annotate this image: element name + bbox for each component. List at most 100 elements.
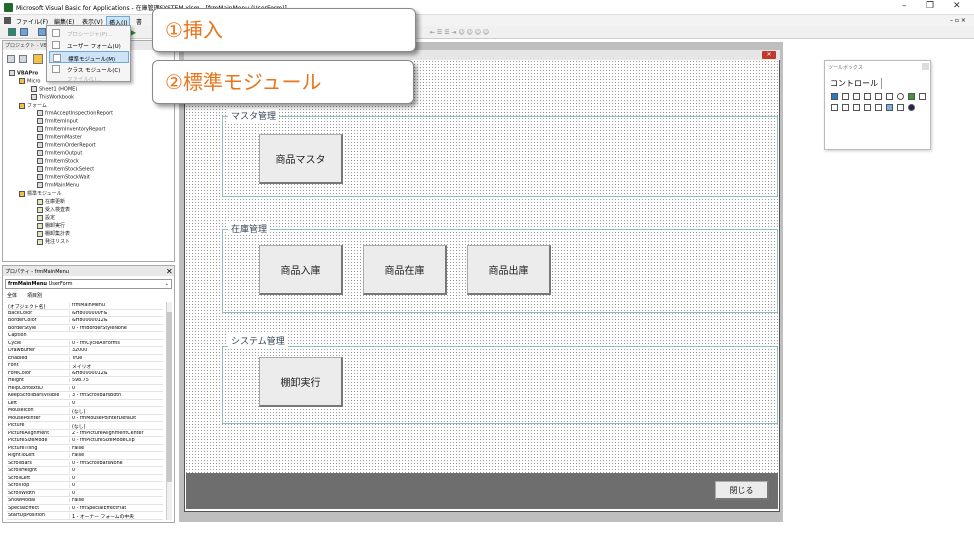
tree-form-item[interactable]: frmMainMenu bbox=[37, 182, 79, 189]
property-value[interactable]: 0 - fmSpecialEffectFlat bbox=[69, 505, 163, 511]
menu-item-standard-module[interactable]: 標準モジュール(M) bbox=[49, 51, 129, 63]
globe-icon[interactable] bbox=[908, 104, 915, 111]
image-icon[interactable] bbox=[886, 104, 893, 111]
property-value[interactable]: 0 - fmPictureSizeModeClip bbox=[69, 438, 163, 443]
stock-list-button[interactable]: 商品在庫 bbox=[363, 245, 447, 295]
toolbox-tab-controls[interactable]: コントロール bbox=[830, 78, 882, 89]
toolbar-edit-icons[interactable]: ⇤ ☰ ☰ ⇥ ☺ ☺ ☺ ☺ bbox=[430, 29, 489, 36]
property-row[interactable]: KeepScrollBarsVisible 3 - fmScrollBarsBot… bbox=[7, 392, 163, 400]
stock-out-button[interactable]: 商品出庫 bbox=[467, 245, 551, 295]
property-row[interactable]: ScrollWidth 0 bbox=[7, 490, 163, 497]
tree-form-item[interactable]: frmItemMaster bbox=[37, 134, 82, 141]
property-row[interactable]: ScrollLeft 0 bbox=[7, 475, 163, 482]
label-icon[interactable] bbox=[842, 93, 849, 100]
property-value[interactable]: False bbox=[69, 445, 163, 451]
property-value[interactable]: 32000 bbox=[69, 348, 163, 353]
property-value[interactable]: &H80000012& bbox=[69, 370, 163, 376]
tree-form-item[interactable]: frmItemInventoryReport bbox=[37, 126, 105, 133]
property-row[interactable]: ScrollTop 0 bbox=[7, 482, 163, 490]
restore-icon[interactable]: ❐ bbox=[926, 1, 934, 11]
textbox-icon[interactable] bbox=[853, 93, 860, 100]
tree-form-item[interactable]: frmAcceptInspectionReport bbox=[37, 110, 113, 117]
select-pointer-icon[interactable] bbox=[831, 93, 838, 100]
property-value[interactable]: 598.75 bbox=[69, 378, 163, 383]
tree-forms-folder[interactable]: フォーム bbox=[19, 102, 47, 109]
property-row[interactable]: BorderColor &H80000012& bbox=[7, 317, 163, 325]
property-value[interactable]: 0 - fmCycleAllForms bbox=[69, 340, 163, 346]
object-selector[interactable]: frmMainMenu UserForm ⌄ bbox=[5, 279, 172, 289]
view-code-icon[interactable] bbox=[7, 55, 15, 63]
property-value[interactable]: True bbox=[69, 355, 163, 361]
property-row[interactable]: Font メイリオ bbox=[7, 362, 163, 370]
commandbutton-icon[interactable] bbox=[831, 104, 838, 111]
multipage-icon[interactable] bbox=[853, 104, 860, 111]
tree-module-item[interactable]: 発注リスト bbox=[37, 238, 70, 245]
property-row[interactable]: PictureTiling False bbox=[7, 445, 163, 452]
frame-icon[interactable] bbox=[919, 93, 926, 100]
tree-module-item[interactable]: 棚卸実行 bbox=[37, 222, 65, 229]
refedit-icon[interactable] bbox=[897, 104, 904, 111]
close-button[interactable]: 閉じる bbox=[715, 481, 769, 500]
property-row[interactable]: (オブジェクト名) frmMainMenu bbox=[7, 302, 163, 310]
properties-scrollbar[interactable] bbox=[166, 302, 172, 520]
property-row[interactable]: Caption bbox=[7, 332, 163, 340]
property-value[interactable]: 0 - fmBorderStyleNone bbox=[69, 325, 163, 331]
optionbutton-icon[interactable] bbox=[897, 93, 904, 100]
tree-form-item[interactable]: frmItemOutput bbox=[37, 150, 82, 157]
scrollbar-thumb[interactable] bbox=[167, 312, 172, 482]
toggle-folders-icon[interactable] bbox=[33, 54, 43, 64]
property-value[interactable]: 0 bbox=[69, 468, 163, 473]
close-icon[interactable]: ✕ bbox=[166, 267, 173, 276]
property-row[interactable]: MousePointer 0 - fmMousePointerDefault bbox=[7, 415, 163, 422]
insert-userform-icon[interactable] bbox=[20, 28, 28, 36]
inventory-run-button[interactable]: 棚卸実行 bbox=[259, 357, 343, 407]
close-icon[interactable]: ✕ bbox=[953, 1, 961, 11]
tree-root[interactable]: VBAPro bbox=[9, 70, 38, 77]
tree-module-item[interactable]: 棚卸集計表 bbox=[37, 230, 70, 237]
property-row[interactable]: Left 0 bbox=[7, 400, 163, 407]
property-value[interactable]: 3 - fmScrollBarsBoth bbox=[69, 393, 163, 398]
checkbox-icon[interactable] bbox=[886, 93, 893, 100]
property-value[interactable]: False bbox=[69, 453, 163, 458]
property-value[interactable]: 0 bbox=[69, 483, 163, 488]
save-icon[interactable] bbox=[38, 28, 46, 36]
property-value[interactable]: 0 bbox=[69, 475, 163, 481]
tab-categorized[interactable]: 項目別 bbox=[27, 292, 42, 299]
property-value[interactable]: False bbox=[69, 498, 163, 503]
scrollbar-icon[interactable] bbox=[864, 104, 871, 111]
property-row[interactable]: ScrollHeight 0 bbox=[7, 467, 163, 475]
tree-form-item[interactable]: frmItemStock bbox=[37, 158, 79, 165]
tree-modules-folder[interactable]: 標準モジュール bbox=[19, 190, 62, 197]
property-value[interactable]: &H80000012& bbox=[69, 318, 163, 323]
property-row[interactable]: PictureSizeMode 0 - fmPictureSizeModeClip bbox=[7, 437, 163, 445]
property-value[interactable]: 0 bbox=[69, 490, 163, 496]
tree-form-item[interactable]: frmItemInput bbox=[37, 118, 78, 125]
tree-module-item[interactable]: 設定 bbox=[37, 214, 55, 221]
tree-form-item[interactable]: frmItemStockWait bbox=[37, 174, 90, 181]
tab-alphabetic[interactable]: 全体 bbox=[7, 292, 17, 299]
property-row[interactable]: StartUpPosition 1 - オーナー フォームの中央 bbox=[7, 512, 163, 520]
stock-in-button[interactable]: 商品入庫 bbox=[259, 245, 343, 295]
spinbutton-icon[interactable] bbox=[875, 104, 882, 111]
property-value[interactable]: 0 - fmMousePointerDefault bbox=[69, 415, 163, 421]
tree-thisworkbook[interactable]: ThisWorkbook bbox=[31, 94, 74, 101]
property-value[interactable]: 1 - オーナー フォームの中央 bbox=[69, 513, 163, 519]
property-row[interactable]: Picture (なし) bbox=[7, 422, 163, 430]
property-row[interactable]: DrawBuffer 32000 bbox=[7, 347, 163, 355]
system-menu-icon[interactable] bbox=[4, 17, 11, 24]
excel-icon[interactable] bbox=[8, 28, 16, 36]
property-value[interactable]: 0 - fmScrollBarsNone bbox=[69, 460, 163, 466]
togglebutton-icon[interactable] bbox=[908, 93, 915, 100]
menu-item-userform[interactable]: ユーザー フォーム(U) bbox=[49, 39, 129, 51]
property-row[interactable]: ShowModal False bbox=[7, 497, 163, 505]
property-row[interactable]: ScrollBars 0 - fmScrollBarsNone bbox=[7, 460, 163, 467]
listbox-icon[interactable] bbox=[875, 93, 882, 100]
tree-module-item[interactable]: 在庫更新 bbox=[37, 198, 65, 205]
property-row[interactable]: RightToLeft False bbox=[7, 452, 163, 460]
property-row[interactable]: ForeColor &H80000012& bbox=[7, 370, 163, 377]
tree-microsoft-folder[interactable]: Micro bbox=[19, 78, 40, 85]
tabstrip-icon[interactable] bbox=[842, 104, 849, 111]
property-row[interactable]: SpecialEffect 0 - fmSpecialEffectFlat bbox=[7, 505, 163, 512]
tree-form-item[interactable]: frmItemStockSelect bbox=[37, 166, 94, 173]
property-value[interactable]: &H8000000F& bbox=[69, 310, 163, 316]
